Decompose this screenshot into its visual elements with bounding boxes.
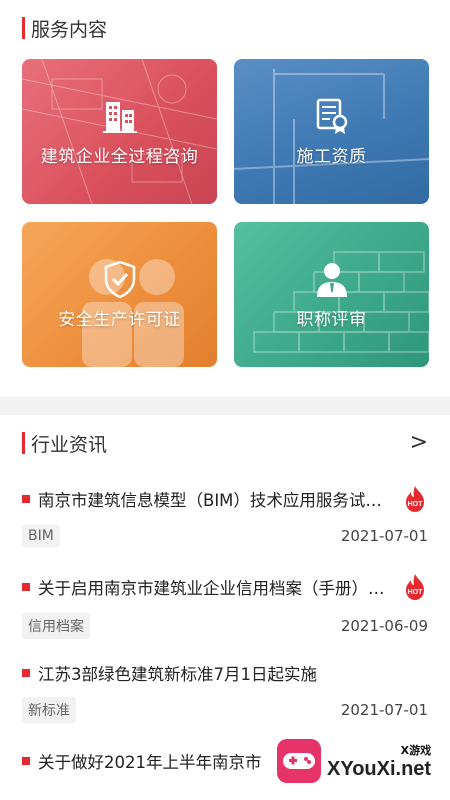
hot-badge-label: HOT — [408, 501, 424, 508]
news-date: 2021-06-09 — [340, 617, 428, 635]
service-card-safety-permit[interactable]: 安全生产许可证 — [22, 222, 217, 367]
bullet-icon — [22, 757, 30, 765]
service-card-consulting[interactable]: 建筑企业全过程咨询 — [22, 59, 217, 204]
bullet-icon — [22, 669, 30, 677]
news-item-title[interactable]: 江苏3部绿色建筑新标准7月1日起实施 — [38, 661, 428, 685]
news-tag: BIM — [22, 525, 60, 547]
hot-badge-icon: HOT — [406, 486, 424, 512]
news-header: 行业资讯 > — [0, 415, 450, 471]
building-icon — [100, 96, 140, 136]
watermark-logo: X游戏 XYouXi.net — [277, 730, 442, 792]
watermark-small-text: X游戏 — [400, 743, 432, 757]
news-date: 2021-07-01 — [340, 527, 428, 545]
news-date: 2021-07-01 — [340, 701, 428, 719]
section-divider — [0, 397, 450, 415]
hot-badge-icon: HOT — [406, 574, 424, 600]
bullet-icon — [22, 495, 30, 503]
services-title: 服务内容 — [31, 18, 108, 41]
section-accent-bar — [22, 17, 25, 39]
section-accent-bar — [22, 432, 25, 454]
services-grid: 建筑企业全过程咨询 施工资质 安全生产许可证 职称评审 — [0, 56, 450, 367]
services-header: 服务内容 — [0, 0, 450, 56]
news-item[interactable]: 南京市建筑信息模型（BIM）技术应用服务试点项目 HOT BIM 2021-07… — [22, 471, 428, 559]
services-section: 服务内容 建筑企业全过程咨询 施工资质 安全生产许可证 职称评审 — [0, 0, 450, 367]
gamepad-icon — [277, 739, 321, 783]
service-card-label: 施工资质 — [296, 147, 367, 167]
service-card-label: 职称评审 — [296, 310, 367, 330]
service-card-label: 建筑企业全过程咨询 — [40, 147, 199, 167]
more-news-arrow-icon[interactable]: > — [410, 432, 428, 454]
watermark-text: XYouXi.net — [327, 757, 432, 780]
news-item-title[interactable]: 南京市建筑信息模型（BIM）技术应用服务试点项目 — [38, 487, 394, 511]
news-item[interactable]: 关于启用南京市建筑业企业信用档案（手册）的通知 HOT 信用档案 2021-06… — [22, 559, 428, 647]
shield-check-icon — [100, 259, 140, 299]
news-tag: 信用档案 — [22, 613, 90, 639]
service-card-title-review[interactable]: 职称评审 — [234, 222, 429, 367]
person-icon — [312, 259, 352, 299]
news-tag: 新标准 — [22, 697, 76, 723]
news-title: 行业资讯 — [31, 433, 108, 456]
service-card-qualification[interactable]: 施工资质 — [234, 59, 429, 204]
bullet-icon — [22, 583, 30, 591]
news-item[interactable]: 江苏3部绿色建筑新标准7月1日起实施 新标准 2021-07-01 — [22, 647, 428, 735]
hot-badge-label: HOT — [408, 589, 424, 596]
news-item-title[interactable]: 关于启用南京市建筑业企业信用档案（手册）的通知 — [38, 575, 394, 599]
certificate-icon — [312, 96, 352, 136]
service-card-label: 安全生产许可证 — [58, 310, 181, 330]
